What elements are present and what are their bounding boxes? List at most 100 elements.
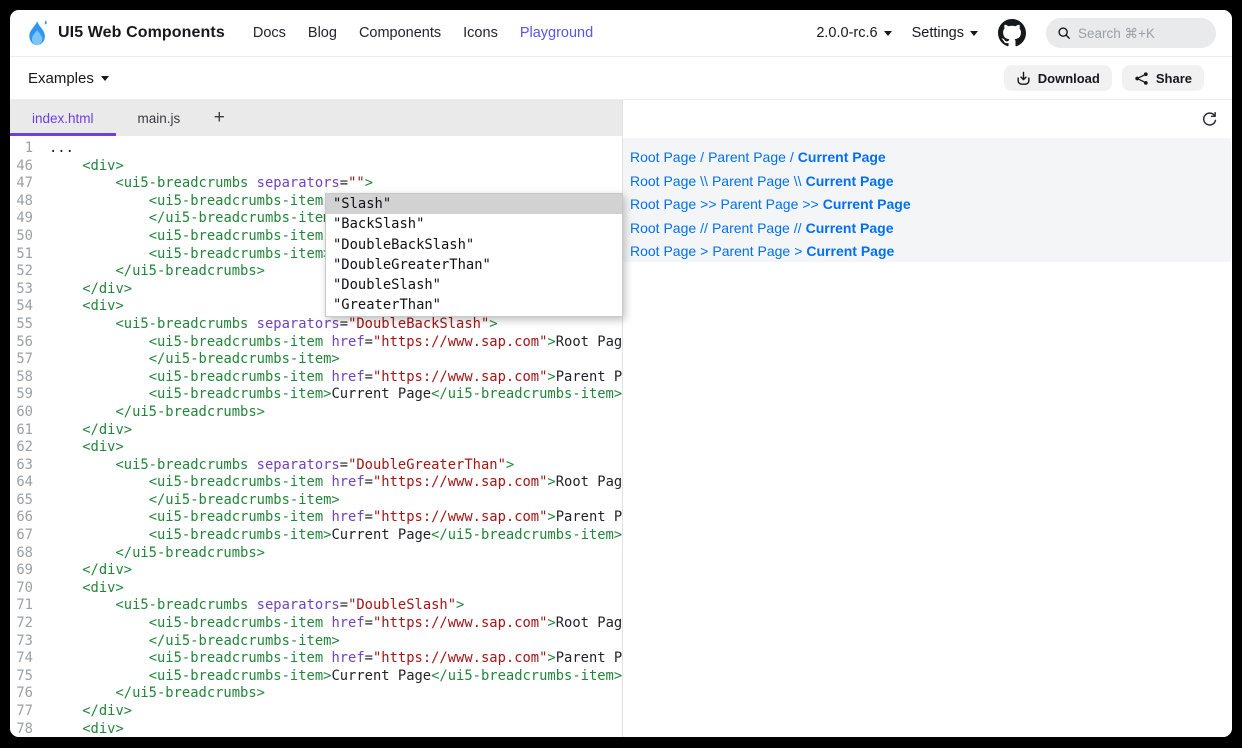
tab-index-html[interactable]: index.html [10, 100, 116, 136]
line-number: 57 [10, 351, 33, 369]
breadcrumbs-preview: Root Page/Parent Page/Current PageRoot P… [623, 138, 1231, 262]
line-number: 64 [10, 474, 33, 492]
code-text: </div> [49, 422, 132, 440]
breadcrumb-link[interactable]: Parent Page [712, 243, 790, 259]
main-nav: Docs Blog Components Icons Playground [253, 25, 593, 41]
code-line: 78 <div> [10, 721, 622, 737]
code-text: <ui5-breadcrumbs-item href="https://www.… [49, 650, 622, 668]
breadcrumb-link[interactable]: Root Page [630, 243, 696, 259]
line-number: 66 [10, 509, 33, 527]
line-number: 65 [10, 492, 33, 510]
autocomplete-option[interactable]: "DoubleSlash" [326, 275, 622, 295]
search-input[interactable] [1078, 26, 1198, 41]
code-line: 71 <ui5-breadcrumbs separators="DoubleSl… [10, 597, 622, 615]
breadcrumb-link[interactable]: Root Page [630, 173, 696, 189]
autocomplete-option[interactable]: "BackSlash" [326, 214, 622, 234]
breadcrumb-link[interactable]: Parent Page [721, 196, 799, 212]
line-number: 62 [10, 439, 33, 457]
version-dropdown[interactable]: 2.0.0-rc.6 [816, 25, 891, 41]
breadcrumb-separator: > [700, 243, 708, 259]
line-number: 75 [10, 668, 33, 686]
nav-item-blog[interactable]: Blog [308, 25, 337, 41]
nav-item-docs[interactable]: Docs [253, 25, 286, 41]
autocomplete-option[interactable]: "Slash" [326, 194, 622, 214]
share-icon [1134, 71, 1149, 86]
search-box[interactable] [1046, 18, 1216, 48]
line-number: 59 [10, 386, 33, 404]
breadcrumb-separator: // [700, 220, 708, 236]
share-label: Share [1156, 71, 1192, 86]
preview-pane: Root Page/Parent Page/Current PageRoot P… [623, 100, 1232, 737]
breadcrumb-separator: // [794, 220, 802, 236]
autocomplete-option[interactable]: "GreaterThan" [326, 295, 622, 315]
line-number: 67 [10, 527, 33, 545]
breadcrumb-link[interactable]: Root Page [630, 196, 696, 212]
autocomplete-option[interactable]: "DoubleBackSlash" [326, 235, 622, 255]
breadcrumb-current: Current Page [806, 220, 894, 236]
code-line: 77 </div> [10, 703, 622, 721]
breadcrumb-link[interactable]: Root Page [630, 149, 696, 165]
breadcrumb-separator: \\ [794, 173, 802, 189]
header-right: 2.0.0-rc.6 Settings [816, 18, 1216, 48]
code-line: 65 </ui5-breadcrumbs-item> [10, 492, 622, 510]
code-text: <ui5-breadcrumbs separators="DoubleGreat… [49, 457, 514, 475]
autocomplete-popup: "Slash""BackSlash""DoubleBackSlash""Doub… [325, 193, 623, 317]
code-text: <ui5-breadcrumbs-item href="https://www.… [49, 474, 622, 492]
line-number: 51 [10, 246, 33, 264]
code-text: </ui5-breadcrumbs> [49, 685, 265, 703]
code-text: </ui5-breadcrumbs> [49, 263, 265, 281]
line-number: 60 [10, 404, 33, 422]
settings-dropdown[interactable]: Settings [912, 25, 978, 41]
autocomplete-option[interactable]: "DoubleGreaterThan" [326, 255, 622, 275]
code-line: 66 <ui5-breadcrumbs-item href="https://w… [10, 509, 622, 527]
code-text: <ui5-breadcrumbs-item href="https://www.… [49, 334, 622, 352]
line-number: 72 [10, 615, 33, 633]
code-text: ... [49, 140, 74, 158]
line-number: 68 [10, 545, 33, 563]
breadcrumb-link[interactable]: Parent Page [708, 149, 786, 165]
examples-dropdown[interactable]: Examples [28, 70, 109, 87]
line-number: 71 [10, 597, 33, 615]
code-text: <div> [49, 158, 124, 176]
code-line: 60 </ui5-breadcrumbs> [10, 404, 622, 422]
line-number: 50 [10, 228, 33, 246]
code-text: <ui5-breadcrumbs separators="DoubleBackS… [49, 316, 498, 334]
examples-toolbar: Examples Download Share [10, 57, 1232, 100]
line-number: 77 [10, 703, 33, 721]
settings-label: Settings [912, 25, 964, 41]
breadcrumb-link[interactable]: Parent Page [712, 173, 790, 189]
breadcrumb-link[interactable]: Parent Page [712, 220, 790, 236]
code-text: <ui5-breadcrumbs-item href="https://www.… [49, 615, 622, 633]
code-line: 47 <ui5-breadcrumbs separators=""> [10, 175, 622, 193]
share-button[interactable]: Share [1122, 65, 1204, 91]
code-text: <ui5-breadcrumbs-item>Current Page</ui5-… [49, 527, 622, 545]
add-tab-button[interactable]: + [202, 100, 236, 136]
breadcrumb-row: Root Page/Parent Page/Current Page [630, 146, 1231, 170]
download-button[interactable]: Download [1004, 65, 1112, 91]
breadcrumb-current: Current Page [806, 243, 894, 259]
code-text: </ui5-breadcrumbs-item> [49, 492, 340, 510]
line-number: 1 [10, 140, 33, 158]
code-line: 61 </div> [10, 422, 622, 440]
breadcrumb-link[interactable]: Root Page [630, 220, 696, 236]
line-number: 73 [10, 633, 33, 651]
brand-title: UI5 Web Components [58, 24, 225, 42]
code-line: 1... [10, 140, 622, 158]
tab-main-js[interactable]: main.js [116, 100, 203, 136]
nav-item-components[interactable]: Components [359, 25, 441, 41]
search-icon [1057, 26, 1071, 40]
line-number: 47 [10, 175, 33, 193]
refresh-icon [1201, 111, 1218, 128]
nav-item-icons[interactable]: Icons [463, 25, 498, 41]
code-line: 74 <ui5-breadcrumbs-item href="https://w… [10, 650, 622, 668]
github-link[interactable] [998, 19, 1026, 47]
code-text: <ui5-breadcrumbs-item href="https://www.… [49, 369, 622, 387]
code-text: </div> [49, 703, 132, 721]
line-number: 78 [10, 721, 33, 737]
refresh-button[interactable] [1201, 111, 1219, 129]
code-line: 76 </ui5-breadcrumbs> [10, 685, 622, 703]
nav-item-playground[interactable]: Playground [520, 25, 593, 41]
breadcrumb-separator: / [700, 149, 704, 165]
brand-home-link[interactable]: UI5 Web Components [26, 19, 225, 47]
code-line: 67 <ui5-breadcrumbs-item>Current Page</u… [10, 527, 622, 545]
